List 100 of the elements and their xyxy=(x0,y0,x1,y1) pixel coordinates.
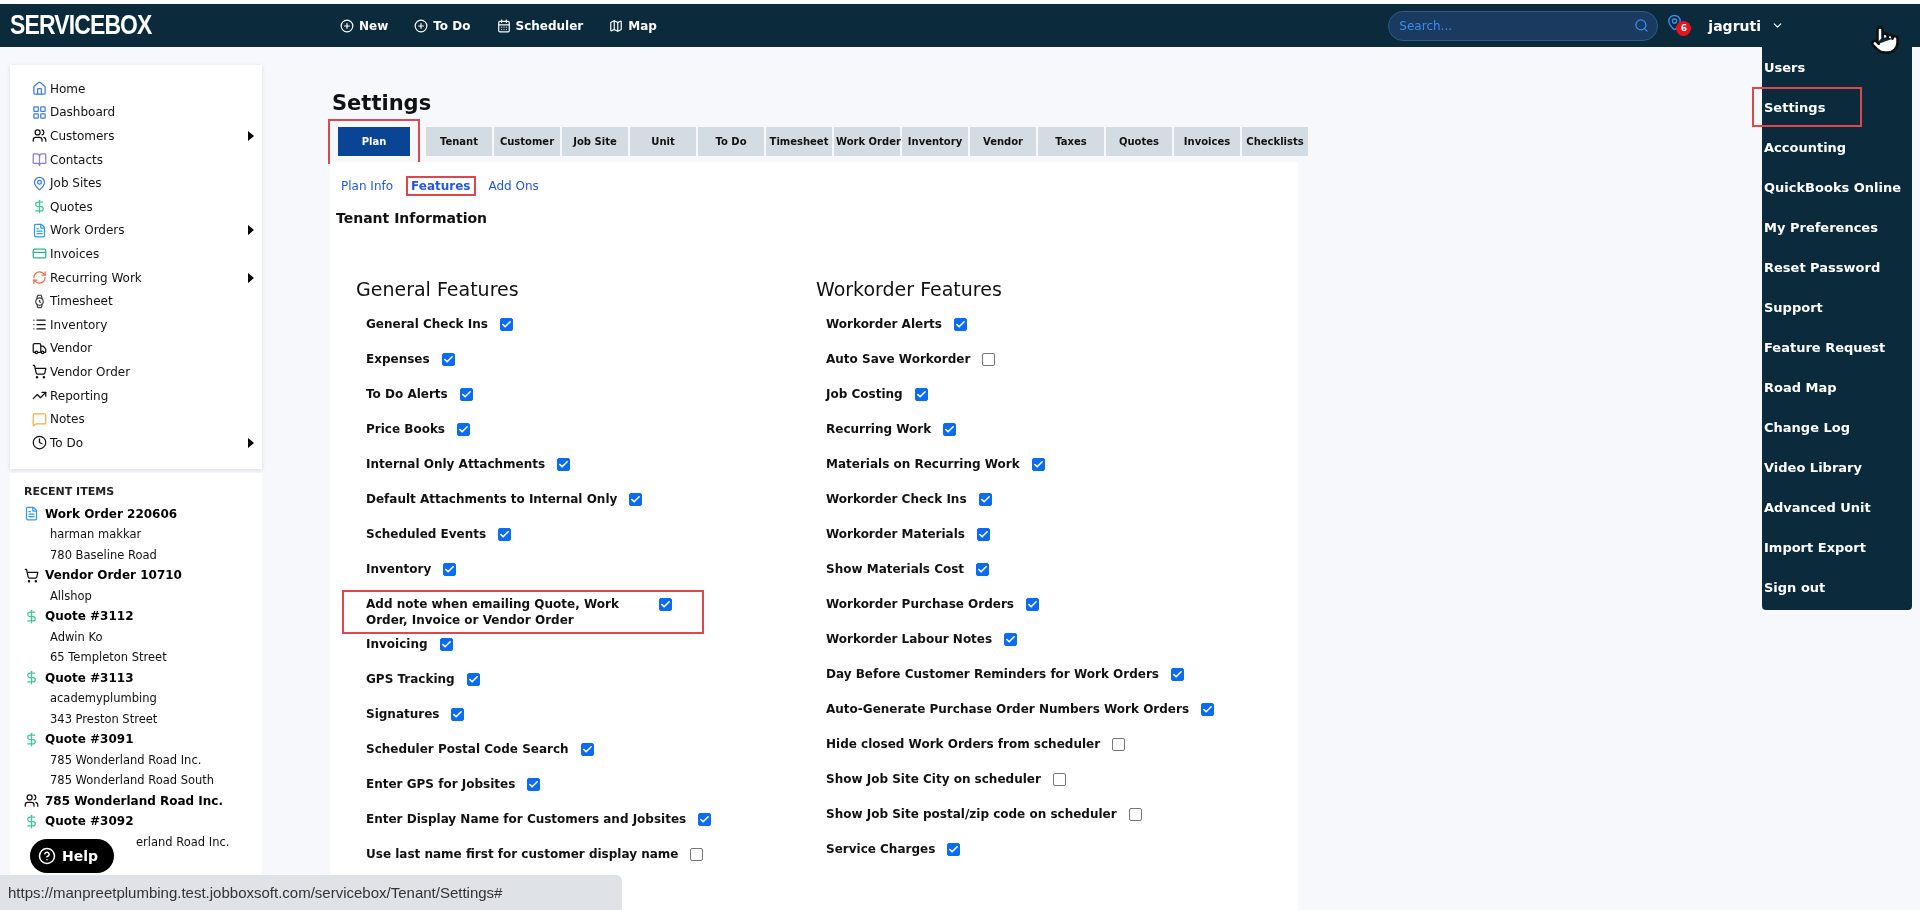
checkbox[interactable] xyxy=(943,423,957,436)
app-logo[interactable]: SERVICEBOX xyxy=(10,10,206,41)
nav-link[interactable]: New xyxy=(340,18,389,33)
sidebar-item[interactable]: Vendor xyxy=(32,336,254,361)
sidebar-item[interactable]: Inventory xyxy=(32,312,254,337)
checkbox[interactable] xyxy=(443,563,457,576)
sidebar-item[interactable]: Contacts xyxy=(32,147,254,172)
checkbox[interactable] xyxy=(982,353,996,366)
group-title: Workorder Features xyxy=(816,278,1003,300)
menu-item[interactable]: QuickBooks Online xyxy=(1752,167,1912,207)
sidebar-item[interactable]: Vendor Order xyxy=(32,360,254,384)
checkbox[interactable] xyxy=(914,388,928,401)
sidebar-item[interactable]: To Do xyxy=(32,430,254,455)
checkbox[interactable] xyxy=(698,813,712,826)
checkbox[interactable] xyxy=(1026,598,1039,611)
sidebar-item[interactable]: Timesheet xyxy=(32,289,254,313)
sidebar-item[interactable]: Customers xyxy=(32,124,254,148)
nav-link[interactable]: Map xyxy=(609,18,657,33)
checkbox[interactable] xyxy=(1031,458,1045,471)
settings-tab[interactable]: Invoices xyxy=(1174,127,1240,156)
checkbox[interactable] xyxy=(499,318,513,331)
checkbox[interactable] xyxy=(527,778,541,791)
sidebar-item[interactable]: Dashboard xyxy=(32,100,254,125)
settings-tab[interactable]: To Do xyxy=(698,127,764,156)
sidebar-item[interactable]: Notes xyxy=(32,407,254,431)
settings-tab[interactable]: Timesheet xyxy=(766,127,832,156)
menu-item[interactable]: Road Map xyxy=(1752,367,1912,407)
checkbox[interactable] xyxy=(978,493,992,506)
checkbox[interactable] xyxy=(441,353,455,366)
settings-tab[interactable]: Checklists xyxy=(1242,127,1308,156)
menu-item[interactable]: Feature Request xyxy=(1752,327,1912,367)
settings-tab[interactable]: Plan xyxy=(338,127,410,156)
sidebar-item[interactable]: Job Sites xyxy=(32,171,254,195)
subtab-link[interactable]: Plan Info xyxy=(336,176,399,196)
settings-tab[interactable]: Customer xyxy=(494,127,560,156)
recent-item-link[interactable]: Quote #3091 xyxy=(24,729,134,750)
recent-item-link[interactable]: Work Order 220606 xyxy=(24,503,178,524)
settings-tab[interactable]: Job Site xyxy=(562,127,628,156)
menu-item[interactable]: Advanced Unit xyxy=(1752,487,1912,527)
help-button[interactable]: Help xyxy=(30,839,115,873)
checkbox[interactable] xyxy=(976,563,990,576)
checkbox[interactable] xyxy=(976,528,990,541)
settings-tab[interactable]: Unit xyxy=(630,127,696,156)
menu-item[interactable]: Settings xyxy=(1752,87,1862,127)
sidebar-item[interactable]: Invoices xyxy=(32,242,254,266)
checkbox[interactable] xyxy=(690,848,704,861)
settings-tab[interactable]: Quotes xyxy=(1106,127,1172,156)
checkbox[interactable] xyxy=(1128,808,1142,821)
dollar-icon xyxy=(24,731,39,747)
menu-item[interactable]: Change Log xyxy=(1752,407,1912,447)
checkbox[interactable] xyxy=(498,528,512,541)
sidebar-item[interactable]: Home xyxy=(32,77,254,101)
checkbox[interactable] xyxy=(659,598,672,611)
checkbox[interactable] xyxy=(1004,633,1018,646)
feature-label: Scheduler Postal Code Search xyxy=(366,741,569,757)
sidebar-item[interactable]: Recurring Work xyxy=(32,265,254,290)
menu-item[interactable]: My Preferences xyxy=(1752,207,1912,247)
checkbox[interactable] xyxy=(947,843,961,856)
checkbox[interactable] xyxy=(580,743,594,756)
checkbox[interactable] xyxy=(451,708,465,721)
checkbox[interactable] xyxy=(459,388,473,401)
menu-item[interactable]: Accounting xyxy=(1752,127,1912,167)
settings-tab[interactable]: Inventory xyxy=(902,127,968,156)
user-menu-button[interactable]: jagruti xyxy=(1702,16,1790,35)
settings-tab[interactable]: Work Order xyxy=(834,127,900,156)
cart-icon xyxy=(24,567,39,583)
settings-tab[interactable]: Tenant xyxy=(426,127,492,156)
checkbox[interactable] xyxy=(953,318,967,331)
recent-item-link[interactable]: Quote #3113 xyxy=(24,667,134,688)
recent-item-link[interactable]: Quote #3092 xyxy=(24,811,134,832)
settings-tab[interactable]: Taxes xyxy=(1038,127,1104,156)
checkbox[interactable] xyxy=(457,423,470,436)
checkbox[interactable] xyxy=(557,458,571,471)
recent-item-link[interactable]: 785 Wonderland Road Inc. xyxy=(24,790,224,811)
checkbox[interactable] xyxy=(629,493,643,506)
nav-link[interactable]: Scheduler xyxy=(496,18,584,33)
search-field[interactable]: Search... xyxy=(1388,10,1659,41)
menu-item[interactable]: Users xyxy=(1752,47,1912,87)
settings-tab[interactable]: Vendor xyxy=(970,127,1036,156)
menu-item[interactable]: Import Export xyxy=(1752,527,1912,567)
checkbox[interactable] xyxy=(1052,773,1066,786)
sidebar-item[interactable]: Work Orders xyxy=(32,218,254,243)
subtab-link[interactable]: Features xyxy=(406,176,476,196)
menu-item[interactable]: Video Library xyxy=(1752,447,1912,487)
checkbox[interactable] xyxy=(1171,668,1184,681)
menu-item[interactable]: Sign out xyxy=(1752,567,1912,607)
menu-item[interactable]: Reset Password xyxy=(1752,247,1912,287)
sidebar-item[interactable]: Quotes xyxy=(32,194,254,219)
subtab-link[interactable]: Add Ons xyxy=(483,176,544,196)
recent-item-link[interactable]: Vendor Order 10710 xyxy=(24,565,182,586)
recent-item-link[interactable]: Quote #3112 xyxy=(24,606,134,627)
checkbox[interactable] xyxy=(1112,738,1126,751)
sidebar-item[interactable]: Reporting xyxy=(32,383,254,408)
checkbox[interactable] xyxy=(1201,703,1215,716)
menu-item[interactable]: Support xyxy=(1752,287,1912,327)
dollar-icon xyxy=(24,813,39,829)
search-icon[interactable] xyxy=(1634,17,1650,33)
checkbox[interactable] xyxy=(439,638,453,651)
checkbox[interactable] xyxy=(466,673,480,686)
nav-link[interactable]: To Do xyxy=(414,18,471,33)
